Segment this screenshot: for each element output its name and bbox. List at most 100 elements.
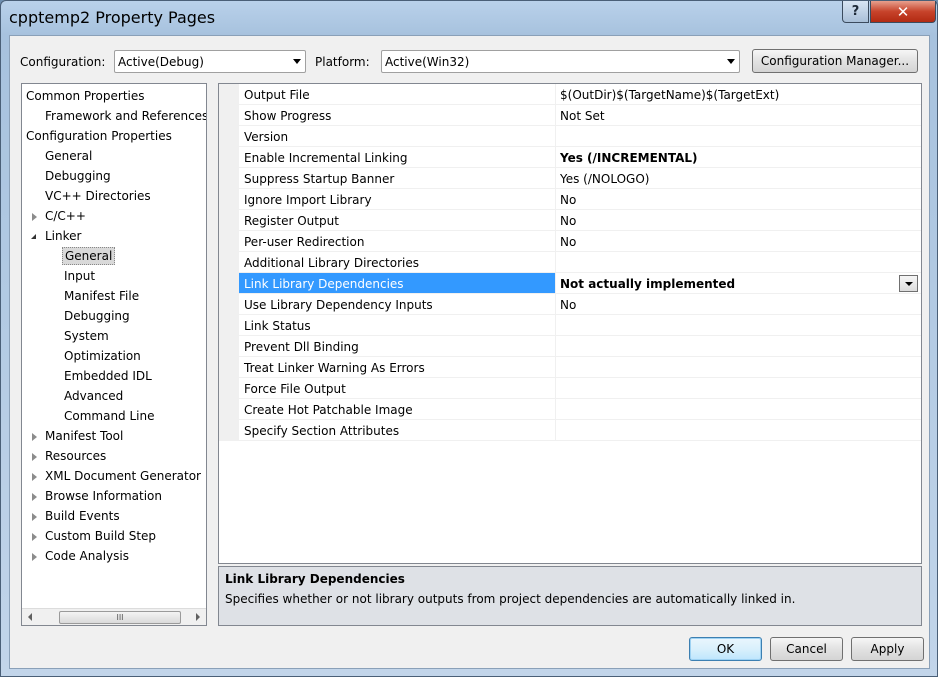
property-row[interactable]: Register Output No (219, 210, 921, 231)
tree-item-label: General (65, 249, 113, 263)
property-row[interactable]: Treat Linker Warning As Errors (219, 357, 921, 378)
tree-item-linker-debugging[interactable]: Debugging (64, 307, 130, 325)
tree-horizontal-scrollbar[interactable]: III (22, 608, 206, 625)
tree-item-manifest-tool[interactable]: Manifest Tool (32, 427, 124, 445)
configuration-combo[interactable]: Active(Debug) (114, 50, 306, 73)
property-value[interactable] (556, 252, 921, 273)
property-name: Output File (239, 84, 556, 105)
tree-item-c-cpp[interactable]: C/C++ (32, 207, 86, 225)
tree-item-build-events[interactable]: Build Events (32, 507, 120, 525)
platform-combo[interactable]: Active(Win32) (381, 50, 740, 73)
tree-item-configuration-properties[interactable]: Configuration Properties (26, 127, 172, 145)
tree-item-framework-references[interactable]: Framework and References (45, 107, 206, 125)
value-dropdown-button[interactable] (899, 275, 918, 292)
tree-item-general[interactable]: General (45, 147, 92, 165)
tree-item-code-analysis[interactable]: Code Analysis (32, 547, 129, 565)
property-row[interactable]: Enable Incremental Linking Yes (/INCREMEN… (219, 147, 921, 168)
tree-item-linker[interactable]: Linker (31, 227, 81, 245)
property-row[interactable]: Ignore Import Library No (219, 189, 921, 210)
tree-item-linker-input[interactable]: Input (64, 267, 95, 285)
property-value[interactable]: Yes (/INCREMENTAL) (556, 147, 921, 168)
tree-item-linker-system[interactable]: System (64, 327, 109, 345)
title-bar[interactable]: cpptemp2 Property Pages ? ✕ (1, 1, 937, 35)
property-row[interactable]: Prevent Dll Binding (219, 336, 921, 357)
property-row[interactable]: Additional Library Directories (219, 252, 921, 273)
scroll-right-icon[interactable] (196, 613, 200, 621)
platform-value: Active(Win32) (385, 55, 470, 69)
expand-icon[interactable] (32, 433, 37, 441)
tree-item-label: Manifest Tool (45, 429, 124, 443)
property-pages-window: cpptemp2 Property Pages ? ✕ Configuratio… (0, 0, 938, 677)
platform-label: Platform: (315, 55, 370, 69)
tree-item-linker-advanced[interactable]: Advanced (64, 387, 123, 405)
expand-icon[interactable] (32, 453, 37, 461)
tree-item-linker-general[interactable]: General (62, 247, 116, 265)
description-title: Link Library Dependencies (225, 572, 405, 586)
tree-item-label: Debugging (45, 169, 111, 183)
tree-item-common-properties[interactable]: Common Properties (26, 87, 145, 105)
tree-item-linker-command-line[interactable]: Command Line (64, 407, 155, 425)
property-value[interactable]: Not actually implemented (556, 273, 921, 294)
tree-item-label: Browse Information (45, 489, 162, 503)
property-value[interactable] (556, 126, 921, 147)
property-row[interactable]: Create Hot Patchable Image (219, 399, 921, 420)
tree-item-vc-directories[interactable]: VC++ Directories (45, 187, 151, 205)
property-row[interactable]: Link Status (219, 315, 921, 336)
expand-icon[interactable] (32, 473, 37, 481)
apply-button[interactable]: Apply (851, 637, 924, 661)
cancel-button[interactable]: Cancel (770, 637, 843, 661)
help-button[interactable]: ? (842, 1, 869, 23)
ok-button[interactable]: OK (689, 637, 762, 661)
property-row[interactable]: Use Library Dependency Inputs No (219, 294, 921, 315)
tree-item-linker-manifest-file[interactable]: Manifest File (64, 287, 139, 305)
scroll-left-icon[interactable] (28, 613, 32, 621)
close-icon: ✕ (896, 2, 910, 21)
property-value[interactable]: No (556, 189, 921, 210)
property-value[interactable] (556, 336, 921, 357)
expand-icon[interactable] (32, 213, 37, 221)
tree-item-xml-document-generator[interactable]: XML Document Generator (32, 467, 201, 485)
property-row[interactable]: Force File Output (219, 378, 921, 399)
property-value[interactable] (556, 357, 921, 378)
expand-icon[interactable] (32, 553, 37, 561)
collapse-icon[interactable] (31, 234, 36, 239)
property-grid[interactable]: Output File $(OutDir)$(TargetName)$(Targe… (218, 83, 922, 564)
property-value[interactable]: No (556, 231, 921, 252)
configuration-manager-button[interactable]: Configuration Manager... (752, 49, 918, 73)
category-tree[interactable]: Common Properties Framework and Referenc… (21, 83, 207, 626)
property-value[interactable]: $(OutDir)$(TargetName)$(TargetExt) (556, 84, 921, 105)
expand-icon[interactable] (32, 533, 37, 541)
property-value[interactable] (556, 378, 921, 399)
close-button[interactable]: ✕ (870, 1, 936, 23)
property-value[interactable] (556, 399, 921, 420)
tree-item-label: Configuration Properties (26, 129, 172, 143)
property-row[interactable]: Version (219, 126, 921, 147)
tree-item-label: VC++ Directories (45, 189, 151, 203)
property-row[interactable]: Per-user Redirection No (219, 231, 921, 252)
property-row-selected[interactable]: Link Library Dependencies Not actually im… (219, 273, 921, 294)
tree-item-debugging[interactable]: Debugging (45, 167, 111, 185)
property-row[interactable]: Output File $(OutDir)$(TargetName)$(Targe… (219, 84, 921, 105)
tree-item-linker-optimization[interactable]: Optimization (64, 347, 141, 365)
property-value[interactable]: Not Set (556, 105, 921, 126)
property-value[interactable] (556, 420, 921, 441)
property-row[interactable]: Specify Section Attributes (219, 420, 921, 441)
tree-item-browse-information[interactable]: Browse Information (32, 487, 162, 505)
expand-icon[interactable] (32, 513, 37, 521)
configuration-value: Active(Debug) (118, 55, 204, 69)
tree-item-linker-embedded-idl[interactable]: Embedded IDL (64, 367, 152, 385)
property-value[interactable]: No (556, 210, 921, 231)
tree-item-custom-build-step[interactable]: Custom Build Step (32, 527, 156, 545)
property-value[interactable]: Yes (/NOLOGO) (556, 168, 921, 189)
expand-icon[interactable] (32, 493, 37, 501)
tree-item-label: Input (64, 269, 96, 283)
property-row[interactable]: Suppress Startup Banner Yes (/NOLOGO) (219, 168, 921, 189)
property-row[interactable]: Show Progress Not Set (219, 105, 921, 126)
property-value[interactable]: No (556, 294, 921, 315)
tree-item-resources[interactable]: Resources (32, 447, 106, 465)
scroll-thumb[interactable]: III (59, 611, 181, 624)
description-panel: Link Library Dependencies Specifies whet… (218, 566, 922, 626)
property-value[interactable] (556, 315, 921, 336)
tree-item-label: General (45, 149, 93, 163)
tree-item-label: Manifest File (64, 289, 140, 303)
